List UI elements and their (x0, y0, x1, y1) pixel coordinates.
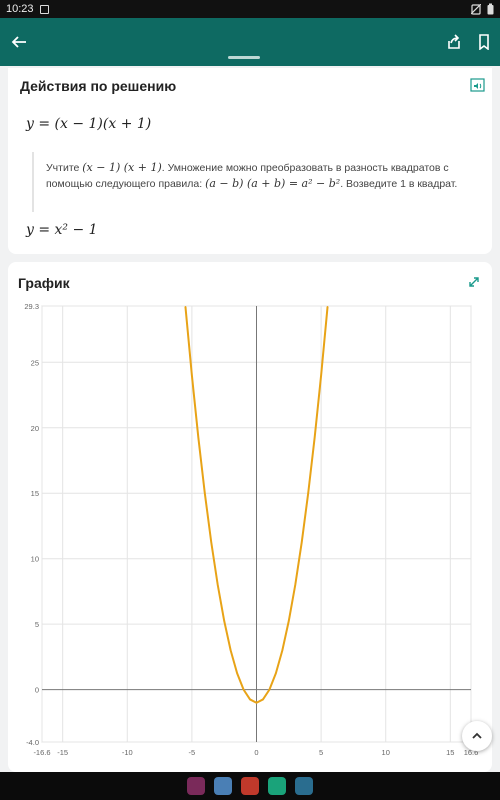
curve-point (191, 374, 193, 376)
curve-point (320, 374, 322, 376)
curve-point (242, 689, 245, 691)
curve-point (301, 541, 303, 543)
y-tick-label: -4.0 (26, 738, 39, 747)
y-tick-label: 29.3 (24, 302, 39, 311)
y-tick-label: 25 (31, 358, 39, 367)
app-icon-5[interactable] (295, 777, 313, 795)
curve-point (326, 306, 329, 308)
scroll-up-button[interactable] (462, 721, 492, 751)
x-tick-label: 15 (446, 748, 454, 757)
x-tick-label: -15 (57, 748, 68, 757)
y-tick-label: 5 (35, 620, 39, 629)
y-tick-label: 15 (31, 489, 39, 498)
curve-point (255, 702, 258, 704)
y-tick-label: 10 (31, 555, 39, 564)
app-icon-4[interactable] (268, 777, 286, 795)
curve-point (236, 672, 238, 674)
x-tick-label: 5 (319, 748, 323, 757)
curve-point (294, 584, 296, 586)
curve-point (197, 436, 199, 439)
x-tick-label: -5 (189, 748, 196, 757)
app-icon-3[interactable] (241, 777, 259, 795)
x-tick-label: 10 (382, 748, 390, 757)
curve-point (288, 620, 290, 622)
x-tick-label: 0 (254, 748, 258, 757)
y-tick-label: 0 (35, 686, 39, 695)
curve-point (210, 541, 212, 543)
curve-point (281, 649, 283, 651)
x-tick-label: -16.6 (33, 748, 50, 757)
curve-point (262, 698, 264, 701)
system-nav-bar (0, 772, 500, 800)
curve-point (249, 698, 251, 701)
chevron-up-icon (472, 732, 482, 739)
curve-point (307, 492, 309, 494)
app-icon-2[interactable] (214, 777, 232, 795)
curve-point (314, 436, 316, 439)
curve-point (217, 584, 219, 586)
curve-point (204, 492, 206, 494)
curve-point (184, 306, 187, 308)
y-tick-label: 20 (31, 424, 39, 433)
curve-point (223, 620, 225, 622)
curve-point (230, 649, 232, 651)
graph-plot[interactable]: -16.6 -15 -10 -5 0 5 10 15 16.629.32520151050-4.… (0, 0, 500, 772)
curve-point (268, 689, 271, 691)
app-icon-1[interactable] (187, 777, 205, 795)
x-tick-label: -10 (122, 748, 133, 757)
curve-point (275, 672, 277, 674)
